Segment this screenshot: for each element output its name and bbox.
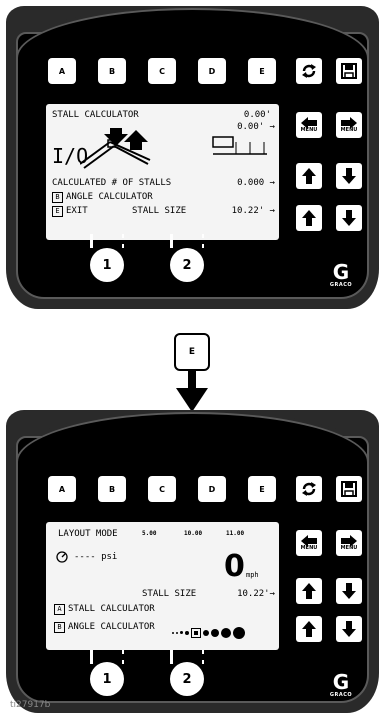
lcd-screen-layout-mode: LAYOUT MODE 5.00 10.00 11.00 ---- psi 0 … <box>46 522 279 650</box>
down-arrow-head <box>176 388 208 412</box>
menu-right-button[interactable]: MENU <box>336 112 362 138</box>
knob-tick <box>202 234 204 238</box>
stall-gauge-icon <box>212 136 267 155</box>
knob-indicator <box>90 650 93 664</box>
option-stall-calculator: A STALL CALCULATOR <box>54 604 155 615</box>
up-button-1[interactable] <box>296 163 322 189</box>
graco-logo-icon: G <box>332 670 350 694</box>
calculated-label: CALCULATED # OF STALLS <box>52 178 172 188</box>
knob-indicator <box>170 650 173 664</box>
indicator-dot <box>180 631 183 634</box>
option-angle-calculator: B ANGLE CALCULATOR <box>52 192 153 203</box>
arrow-down-icon <box>342 210 356 226</box>
menu-left-button[interactable]: MENU <box>296 112 322 138</box>
indicator-dot <box>185 630 189 635</box>
indicator-dot <box>211 628 219 637</box>
softkey-e[interactable]: E <box>248 476 276 502</box>
pressure-readout: ---- psi <box>74 552 118 562</box>
indicator-dot <box>233 626 245 639</box>
figure-id: ti27917b <box>10 700 51 710</box>
up-button-2[interactable] <box>296 205 322 231</box>
down-button-1[interactable] <box>336 578 362 604</box>
arrow-up-icon <box>302 210 316 226</box>
arrow-up-icon <box>302 583 316 599</box>
softkey-d[interactable]: D <box>198 476 226 502</box>
value-2: 0.00' → <box>237 122 275 132</box>
arrow-up-icon <box>302 621 316 637</box>
knob-tick <box>202 650 204 654</box>
softkey-a[interactable]: A <box>48 58 76 84</box>
refresh-button[interactable] <box>296 58 322 84</box>
softkey-c[interactable]: C <box>148 58 176 84</box>
graco-logo: G GRACO <box>329 670 353 698</box>
distance-col-3: 11.00 <box>226 530 245 537</box>
device-top: A B C D E MENU MENU STALL CALCULATOR 0.0… <box>6 6 379 309</box>
value-1: 0.00' <box>243 110 271 120</box>
arrow-down-icon <box>342 621 356 637</box>
softkey-b[interactable]: B <box>98 58 126 84</box>
knob-1[interactable]: 1 <box>90 248 124 282</box>
up-button-1[interactable] <box>296 578 322 604</box>
refresh-button[interactable] <box>296 476 322 502</box>
option-angle-calculator: B ANGLE CALCULATOR <box>54 622 155 633</box>
refresh-icon <box>302 64 316 78</box>
stall-size-value: 10.22'→ <box>237 589 275 599</box>
save-icon <box>341 481 357 497</box>
softkey-a[interactable]: A <box>48 476 76 502</box>
knob-tick <box>122 650 124 654</box>
knob-indicator <box>170 234 173 248</box>
knob-2[interactable]: 2 <box>170 662 204 696</box>
save-icon <box>341 63 357 79</box>
pressure-gauge-icon <box>56 551 68 563</box>
graco-logo-icon: G <box>332 260 350 284</box>
softkey-e[interactable]: E <box>248 58 276 84</box>
menu-left-button[interactable]: MENU <box>296 530 322 556</box>
knob-indicator <box>90 234 93 248</box>
knob-tick <box>122 660 124 664</box>
softkey-c[interactable]: C <box>148 476 176 502</box>
knob-tick <box>202 244 204 248</box>
indicator-dot <box>203 629 209 636</box>
knob-2[interactable]: 2 <box>170 248 204 282</box>
down-button-1[interactable] <box>336 163 362 189</box>
knob-tick <box>202 660 204 664</box>
knob-tick <box>122 234 124 238</box>
device-bottom: A B C D E MENU MENU LAYOUT MODE 5.00 10.… <box>6 410 379 713</box>
indicator-dot <box>221 627 231 638</box>
softkey-d[interactable]: D <box>198 58 226 84</box>
knob-tick <box>122 244 124 248</box>
transition-key-e: E <box>174 333 210 371</box>
indicator-dot <box>176 631 178 634</box>
save-button[interactable] <box>336 58 362 84</box>
arrow-up-icon <box>302 168 316 184</box>
stall-size-label: STALL SIZE <box>132 206 187 216</box>
distance-col-1: 5.00 <box>142 530 157 537</box>
up-button-2[interactable] <box>296 616 322 642</box>
save-button[interactable] <box>336 476 362 502</box>
position-indicator <box>172 622 247 641</box>
speed-value: 0 <box>224 549 245 584</box>
knob-1[interactable]: 1 <box>90 662 124 696</box>
down-button-2[interactable] <box>336 616 362 642</box>
calculated-value: 0.000 → <box>237 178 275 188</box>
menu-right-button[interactable]: MENU <box>336 530 362 556</box>
refresh-icon <box>302 482 316 496</box>
distance-col-2: 10.00 <box>184 530 203 537</box>
arrow-down-icon <box>342 583 356 599</box>
stall-size-label: STALL SIZE <box>142 589 197 599</box>
stall-diagram-icon <box>80 128 151 169</box>
arrow-down-icon <box>342 168 356 184</box>
stall-size-value: 10.22' → <box>231 206 275 216</box>
softkey-b[interactable]: B <box>98 476 126 502</box>
speed-unit: mph <box>246 571 259 579</box>
layout-mode-label: LAYOUT MODE <box>58 529 118 539</box>
down-arrow-icon <box>188 371 196 389</box>
down-button-2[interactable] <box>336 205 362 231</box>
indicator-dot <box>172 631 174 634</box>
current-position-icon <box>191 627 201 638</box>
screen-title: STALL CALCULATOR <box>52 110 139 120</box>
graco-logo: G GRACO <box>329 260 353 288</box>
option-exit: E EXIT <box>52 206 88 217</box>
lcd-screen-stall-calculator: STALL CALCULATOR 0.00' 0.00' → I/O CALCU… <box>46 104 279 240</box>
